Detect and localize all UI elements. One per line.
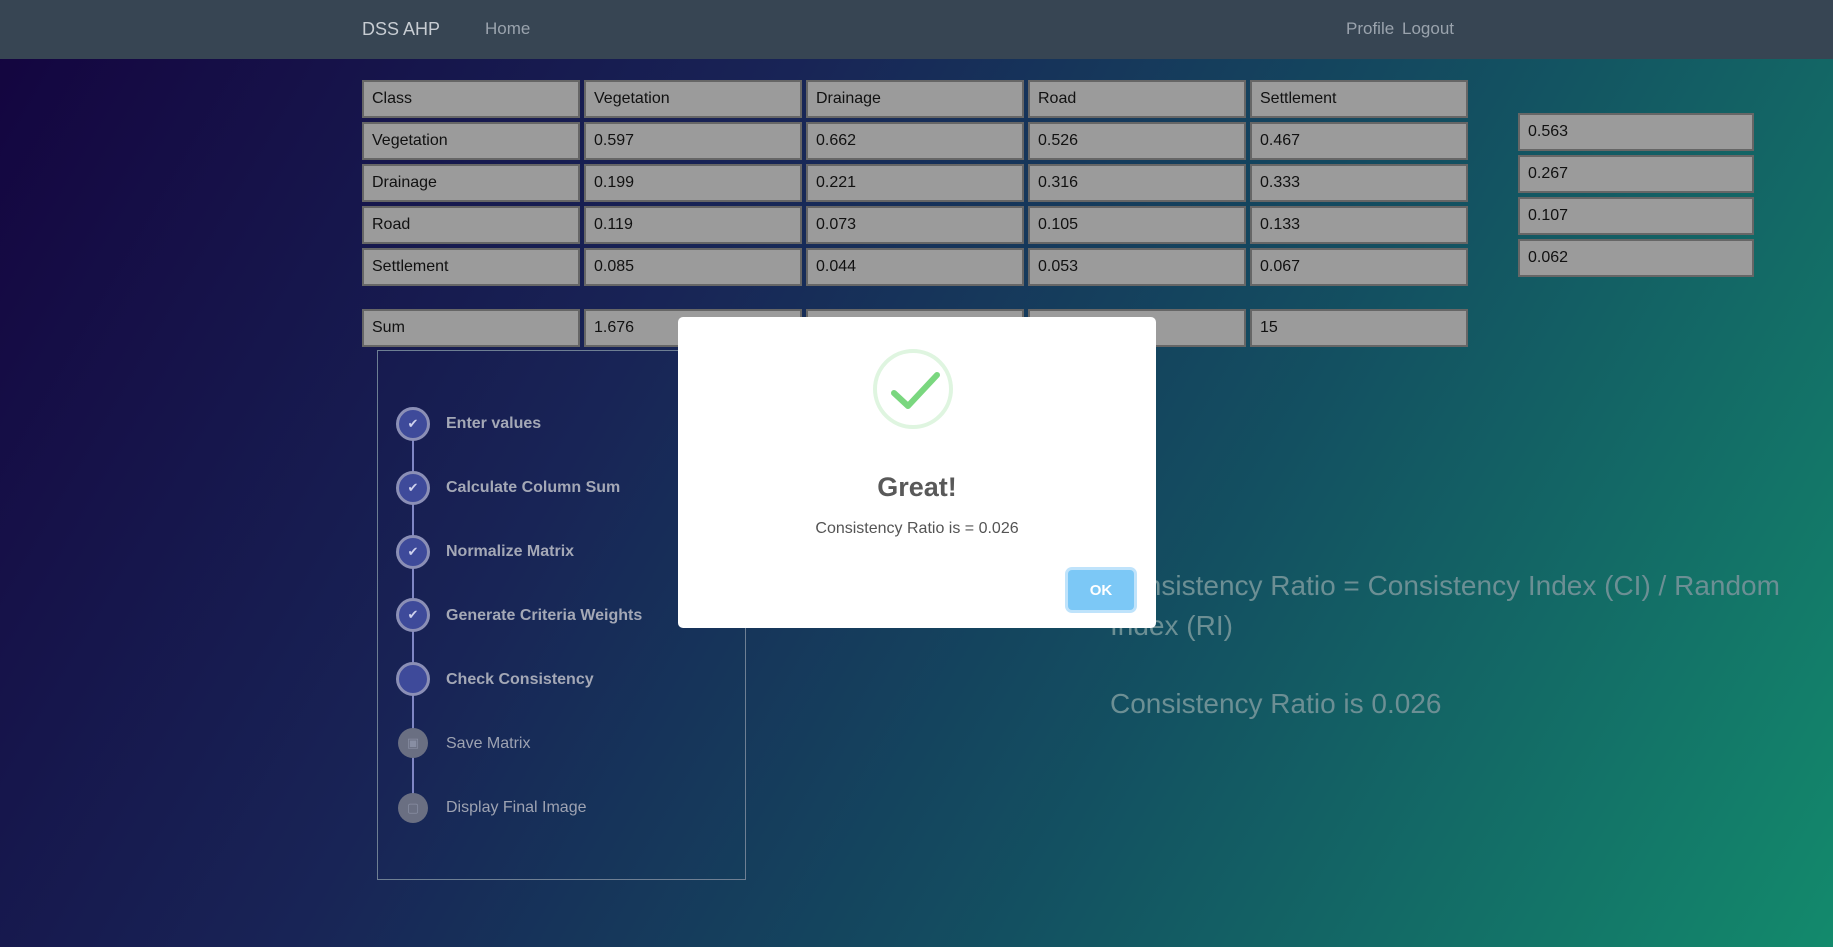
matrix-header-class: Class <box>362 80 580 118</box>
matrix-header-road: Road <box>1028 80 1246 118</box>
weight-cell: 0.062 <box>1518 239 1754 277</box>
matrix-cell[interactable]: 0.085 <box>584 248 802 286</box>
matrix-cell[interactable]: 0.467 <box>1250 122 1468 160</box>
success-check-icon <box>873 349 953 429</box>
top-navbar: DSS AHP Home Profile Logout <box>0 0 1833 59</box>
consistency-formula: Consistency Ratio = Consistency Index (C… <box>1110 570 1780 641</box>
step-label[interactable]: Check Consistency <box>446 671 594 689</box>
matrix-row-label: Drainage <box>362 164 580 202</box>
step-pending-circle: ▣ <box>398 728 428 758</box>
brand-link[interactable]: DSS AHP <box>362 19 440 40</box>
step-label[interactable]: Generate Criteria Weights <box>446 607 642 625</box>
consistency-result: Consistency Ratio is 0.026 <box>1110 688 1442 719</box>
dialog-title: Great! <box>877 472 957 502</box>
check-icon: ✔ <box>407 480 419 495</box>
step-done-circle: ✔ <box>396 471 430 505</box>
matrix-cell[interactable]: 0.597 <box>584 122 802 160</box>
matrix-row-label: Settlement <box>362 248 580 286</box>
matrix-cell[interactable]: 0.526 <box>1028 122 1246 160</box>
matrix-row-label: Road <box>362 206 580 244</box>
matrix-cell[interactable]: 0.316 <box>1028 164 1246 202</box>
save-icon: ▣ <box>406 735 420 750</box>
matrix-cell[interactable]: 0.662 <box>806 122 1024 160</box>
matrix-header-drainage: Drainage <box>806 80 1024 118</box>
nav-profile-link[interactable]: Profile <box>1346 19 1394 39</box>
step-label[interactable]: Normalize Matrix <box>446 543 574 561</box>
sum-row-label: Sum <box>362 309 580 347</box>
matrix-cell[interactable]: 0.067 <box>1250 248 1468 286</box>
image-icon: ▢ <box>406 800 420 815</box>
matrix-header-vegetation: Vegetation <box>584 80 802 118</box>
weight-cell: 0.107 <box>1518 197 1754 235</box>
check-icon: ✔ <box>407 607 419 622</box>
sum-cell: 15 <box>1250 309 1468 347</box>
matrix-cell[interactable]: 0.044 <box>806 248 1024 286</box>
ok-button[interactable]: OK <box>1068 570 1134 610</box>
dialog-message: Consistency Ratio is = 0.026 <box>815 520 1019 537</box>
matrix-cell[interactable]: 0.053 <box>1028 248 1246 286</box>
matrix-row-label: Vegetation <box>362 122 580 160</box>
step-label[interactable]: Enter values <box>446 415 541 433</box>
nav-logout-link[interactable]: Logout <box>1402 19 1454 39</box>
matrix-cell[interactable]: 0.073 <box>806 206 1024 244</box>
weight-cell: 0.563 <box>1518 113 1754 151</box>
matrix-cell[interactable]: 0.221 <box>806 164 1024 202</box>
step-pending-circle: ▢ <box>398 793 428 823</box>
success-dialog: Great! Consistency Ratio is = 0.026 OK <box>678 317 1156 628</box>
matrix-header-settlement: Settlement <box>1250 80 1468 118</box>
weight-cell: 0.267 <box>1518 155 1754 193</box>
nav-home-link[interactable]: Home <box>485 19 530 39</box>
matrix-cell[interactable]: 0.333 <box>1250 164 1468 202</box>
step-label[interactable]: Display Final Image <box>446 799 587 817</box>
step-done-circle: ✔ <box>396 598 430 632</box>
step-active-circle <box>396 662 430 696</box>
matrix-cell[interactable]: 0.133 <box>1250 206 1468 244</box>
check-icon: ✔ <box>407 416 419 431</box>
step-done-circle: ✔ <box>396 535 430 569</box>
step-done-circle: ✔ <box>396 407 430 441</box>
check-icon: ✔ <box>407 544 419 559</box>
step-label[interactable]: Calculate Column Sum <box>446 479 620 497</box>
matrix-cell[interactable]: 0.119 <box>584 206 802 244</box>
step-label[interactable]: Save Matrix <box>446 735 530 753</box>
matrix-cell[interactable]: 0.199 <box>584 164 802 202</box>
matrix-cell[interactable]: 0.105 <box>1028 206 1246 244</box>
